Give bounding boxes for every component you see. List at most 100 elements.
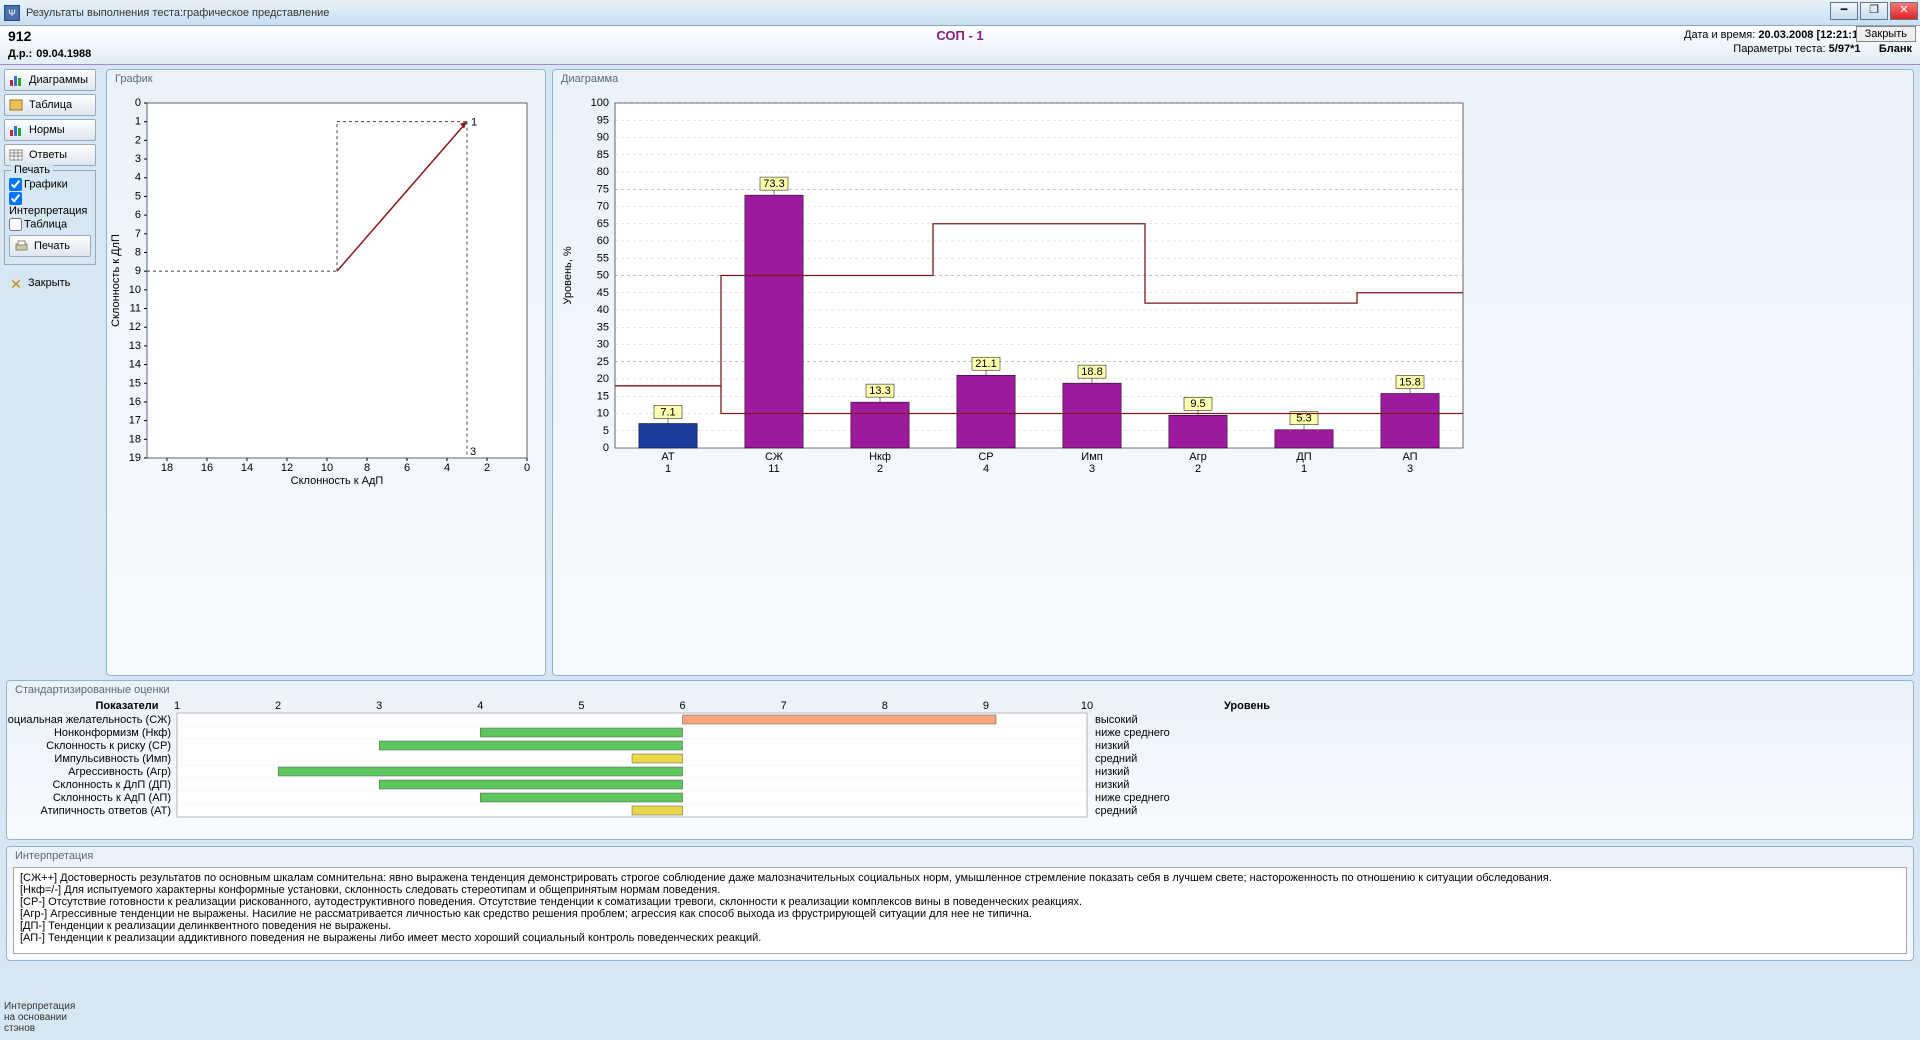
interp-title: Интерпретация bbox=[7, 847, 1913, 865]
svg-text:14: 14 bbox=[241, 462, 253, 474]
svg-text:35: 35 bbox=[597, 321, 609, 333]
test-name: СОП - 1 bbox=[936, 28, 983, 43]
svg-text:9: 9 bbox=[135, 265, 141, 277]
svg-text:55: 55 bbox=[597, 252, 609, 264]
svg-text:70: 70 bbox=[597, 201, 609, 213]
barchart-icon bbox=[9, 123, 25, 137]
std-title: Стандартизированные оценки bbox=[7, 681, 1913, 699]
grid-icon bbox=[9, 148, 25, 162]
close-button-top[interactable]: Закрыть bbox=[1856, 26, 1916, 42]
svg-text:5: 5 bbox=[578, 700, 584, 712]
answers-button[interactable]: Ответы bbox=[4, 144, 96, 166]
std-svg: ПоказателиУровень12345678910Социальная ж… bbox=[7, 699, 1407, 833]
graph-svg: 0123456789101112131415161718191816141210… bbox=[107, 88, 537, 498]
cb-graphs[interactable]: Графики bbox=[9, 178, 91, 191]
svg-text:85: 85 bbox=[597, 149, 609, 161]
svg-text:средний: средний bbox=[1095, 753, 1137, 765]
chart-svg: 0510152025303540455055606570758085909510… bbox=[553, 88, 1473, 498]
svg-text:1: 1 bbox=[665, 463, 671, 475]
header: 912 Д.р.: 09.04.1988 СОП - 1 Дата и врем… bbox=[0, 26, 1920, 65]
svg-text:9: 9 bbox=[983, 700, 989, 712]
svg-text:3: 3 bbox=[135, 153, 141, 165]
svg-text:19: 19 bbox=[129, 452, 141, 464]
svg-text:13.3: 13.3 bbox=[869, 385, 890, 397]
answers-label: Ответы bbox=[29, 149, 67, 161]
svg-text:12: 12 bbox=[281, 462, 293, 474]
svg-text:1: 1 bbox=[1301, 463, 1307, 475]
print-button[interactable]: Печать bbox=[9, 235, 91, 257]
svg-text:5.3: 5.3 bbox=[1296, 413, 1311, 425]
cb-interp-input[interactable] bbox=[9, 192, 22, 205]
svg-text:6: 6 bbox=[135, 209, 141, 221]
dob-value: 09.04.1988 bbox=[36, 48, 91, 60]
svg-text:2: 2 bbox=[877, 463, 883, 475]
svg-text:73.3: 73.3 bbox=[763, 178, 784, 190]
svg-text:75: 75 bbox=[597, 183, 609, 195]
table-button[interactable]: Таблица bbox=[4, 94, 96, 116]
footnote: Интерпретация на основании стэнов bbox=[4, 1001, 75, 1034]
norms-button[interactable]: Нормы bbox=[4, 119, 96, 141]
svg-text:7.1: 7.1 bbox=[660, 407, 675, 419]
cb-table[interactable]: Таблица bbox=[9, 218, 91, 231]
table-icon bbox=[9, 98, 25, 112]
svg-text:Уровень, %: Уровень, % bbox=[562, 246, 574, 304]
svg-text:АТ: АТ bbox=[661, 451, 674, 463]
params-value: 5/97*1 bbox=[1829, 43, 1861, 55]
svg-text:11: 11 bbox=[768, 463, 779, 475]
params-label: Параметры теста: bbox=[1733, 43, 1825, 55]
svg-text:9.5: 9.5 bbox=[1190, 398, 1205, 410]
svg-text:4: 4 bbox=[477, 700, 483, 712]
svg-text:10: 10 bbox=[597, 408, 609, 420]
svg-text:ДП: ДП bbox=[1296, 451, 1311, 463]
svg-text:средний: средний bbox=[1095, 805, 1137, 817]
svg-text:1: 1 bbox=[174, 700, 180, 712]
svg-text:16: 16 bbox=[129, 396, 141, 408]
svg-text:100: 100 bbox=[591, 97, 609, 109]
svg-text:Агрессивность (Агр): Агрессивность (Агр) bbox=[68, 766, 171, 778]
svg-text:6: 6 bbox=[404, 462, 410, 474]
svg-text:3: 3 bbox=[470, 446, 476, 458]
close-label: Закрыть bbox=[28, 277, 70, 289]
svg-text:низкий: низкий bbox=[1095, 766, 1129, 778]
svg-text:2: 2 bbox=[135, 134, 141, 146]
diagrams-label: Диаграммы bbox=[29, 74, 88, 86]
svg-text:1: 1 bbox=[135, 116, 141, 128]
printer-icon bbox=[14, 239, 30, 253]
svg-text:6: 6 bbox=[679, 700, 685, 712]
chart-panel: Диаграмма 051015202530354045505560657075… bbox=[552, 69, 1914, 676]
minimize-button[interactable]: ━ bbox=[1830, 2, 1858, 20]
svg-text:20: 20 bbox=[597, 373, 609, 385]
svg-text:Склонность к ДлП (ДП): Склонность к ДлП (ДП) bbox=[52, 779, 171, 791]
app-icon: Ψ bbox=[4, 5, 20, 21]
svg-text:45: 45 bbox=[597, 287, 609, 299]
svg-text:10: 10 bbox=[1081, 700, 1093, 712]
close-button-side[interactable]: ✕ Закрыть bbox=[4, 273, 96, 293]
svg-text:Склонность к АдП: Склонность к АдП bbox=[291, 475, 384, 487]
svg-text:60: 60 bbox=[597, 235, 609, 247]
table-label: Таблица bbox=[29, 99, 72, 111]
diagrams-button[interactable]: Диаграммы bbox=[4, 69, 96, 91]
cb-table-input[interactable] bbox=[9, 218, 22, 231]
graph-title: График bbox=[107, 70, 545, 88]
svg-text:Имп: Имп bbox=[1081, 451, 1102, 463]
norms-label: Нормы bbox=[29, 124, 65, 136]
svg-text:13: 13 bbox=[129, 340, 141, 352]
svg-text:низкий: низкий bbox=[1095, 779, 1129, 791]
svg-text:15: 15 bbox=[129, 377, 141, 389]
interp-body: [СЖ++] Достоверность результатов по осно… bbox=[13, 867, 1907, 954]
svg-text:АП: АП bbox=[1402, 451, 1417, 463]
svg-text:4: 4 bbox=[135, 172, 141, 184]
svg-text:Социальная желательность (СЖ): Социальная желательность (СЖ) bbox=[7, 714, 171, 726]
svg-text:4: 4 bbox=[983, 463, 989, 475]
svg-text:14: 14 bbox=[129, 359, 141, 371]
dob-label: Д.р.: bbox=[8, 48, 32, 60]
cb-interp[interactable]: Интерпретация bbox=[9, 192, 91, 217]
close-icon: ✕ bbox=[8, 276, 24, 290]
svg-text:15: 15 bbox=[597, 390, 609, 402]
cb-graphs-input[interactable] bbox=[9, 178, 22, 191]
svg-text:2: 2 bbox=[484, 462, 490, 474]
maximize-button[interactable]: ❐ bbox=[1860, 2, 1888, 20]
blank-label: Бланк bbox=[1879, 43, 1912, 55]
window-close-button[interactable]: ✕ bbox=[1890, 2, 1918, 20]
close-bar: Закрыть bbox=[1856, 26, 1916, 42]
